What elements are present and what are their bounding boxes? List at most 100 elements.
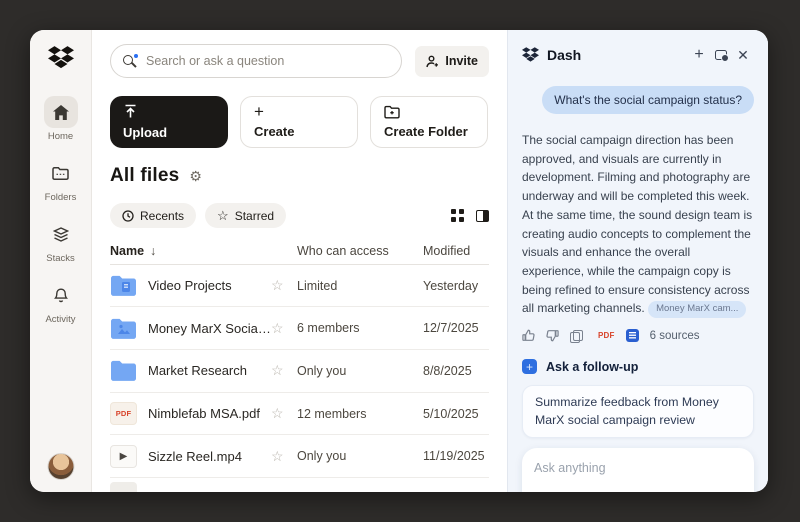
- upload-icon: [123, 104, 138, 119]
- sources-count[interactable]: 6 sources: [650, 330, 700, 342]
- copy-icon[interactable]: [570, 330, 581, 342]
- star-toggle-icon[interactable]: ☆: [271, 320, 297, 337]
- file-modified: Yesterday: [423, 279, 489, 293]
- table-row[interactable]: ▶ Sizzle Reel.mp4 ☆ Only you 11/19/2025: [110, 435, 489, 478]
- thumbs-up-icon[interactable]: [522, 329, 535, 342]
- sidebar-item-folders[interactable]: Folders: [44, 157, 78, 203]
- plus-icon: +: [694, 47, 703, 63]
- star-toggle-icon[interactable]: ☆: [271, 405, 297, 422]
- pdf-file-icon: PDF: [110, 402, 137, 425]
- word-source-icon[interactable]: [626, 329, 639, 342]
- follow-up-plus-icon: +: [522, 359, 537, 374]
- sidebar-item-stacks[interactable]: Stacks: [44, 218, 78, 264]
- pdf-source-icon[interactable]: PDF: [598, 331, 615, 340]
- starred-filter[interactable]: ☆ Starred: [205, 203, 286, 228]
- new-chat-button[interactable]: +: [688, 44, 710, 66]
- table-row[interactable]: Market Research ☆ Only you 8/8/2025: [110, 350, 489, 393]
- feedback-row: PDF 6 sources: [522, 329, 754, 342]
- file-modified: 11/19/2025: [423, 449, 489, 463]
- upload-button[interactable]: Upload: [110, 96, 228, 148]
- grid-view-icon[interactable]: [451, 209, 464, 222]
- recents-label: Recents: [140, 209, 184, 223]
- invite-label: Invite: [445, 54, 478, 68]
- star-toggle-icon[interactable]: ☆: [271, 277, 297, 294]
- dash-title: Dash: [547, 47, 581, 63]
- gear-icon[interactable]: ⚙: [189, 169, 202, 183]
- file-name: Money MarX Social...: [148, 321, 271, 336]
- sidebar-item-activity[interactable]: Activity: [44, 279, 78, 325]
- file-modified: 12/7/2025: [423, 321, 489, 335]
- create-button[interactable]: + Create: [240, 96, 358, 148]
- table-header: Name ↓ Who can access Modified: [110, 239, 489, 265]
- ask-card: @ All files ▾ ↑: [522, 448, 754, 492]
- file-access: Limited: [297, 279, 423, 293]
- clock-icon: [122, 210, 134, 222]
- column-modified[interactable]: Modified: [423, 244, 489, 258]
- invite-button[interactable]: Invite: [415, 46, 489, 77]
- file-access: 12 members: [297, 407, 423, 421]
- sidebar-nav: Home Folders Stacks Activity: [44, 96, 78, 325]
- dash-panel: Dash + ✕ What's the social campaign stat…: [507, 30, 768, 492]
- file-access: Only you: [297, 364, 423, 378]
- invite-person-icon: [426, 55, 439, 68]
- page-title: All files: [110, 165, 179, 187]
- sidebar-item-label: Activity: [45, 314, 75, 325]
- file-access: Only you: [297, 449, 423, 463]
- answer-text: The social campaign direction has been a…: [522, 133, 752, 315]
- table-row[interactable]: Money MarX Social... ☆ 6 members 12/7/20…: [110, 307, 489, 350]
- source-chip[interactable]: Money MarX cam...: [648, 301, 746, 318]
- create-folder-label: Create Folder: [384, 124, 468, 139]
- follow-up-label: Ask a follow-up: [546, 360, 638, 374]
- search-input[interactable]: [146, 54, 389, 68]
- split-view-icon[interactable]: [476, 210, 489, 222]
- ask-anything-input[interactable]: [534, 461, 742, 475]
- sort-arrow-icon: ↓: [150, 244, 156, 258]
- table-row[interactable]: PDF Nimblefab MSA.pdf ☆ 12 members 5/10/…: [110, 393, 489, 436]
- file-modified: 8/8/2025: [423, 364, 489, 378]
- sidebar-item-label: Home: [48, 131, 73, 142]
- suggestion-card[interactable]: Summarize feedback from Money MarX socia…: [522, 385, 754, 438]
- folder-icon: [52, 166, 69, 180]
- close-icon: ✕: [737, 48, 749, 62]
- dash-logo-icon: [522, 47, 539, 63]
- sidebar-item-label: Stacks: [46, 253, 75, 264]
- search-bar[interactable]: [110, 44, 402, 78]
- bell-icon: [54, 288, 68, 303]
- user-avatar[interactable]: [47, 453, 74, 480]
- file-name: Sizzle Reel.mp4: [148, 449, 242, 464]
- app-window: Home Folders Stacks Activity: [30, 30, 768, 492]
- video-file-icon: ▶: [110, 445, 137, 468]
- assistant-answer: The social campaign direction has been a…: [522, 131, 754, 318]
- plus-icon: +: [254, 105, 264, 119]
- create-folder-button[interactable]: Create Folder: [370, 96, 488, 148]
- chat-history-button[interactable]: [710, 44, 732, 66]
- star-toggle-icon[interactable]: ☆: [271, 448, 297, 465]
- folder-icon: [110, 359, 137, 382]
- star-toggle-icon[interactable]: ☆: [271, 362, 297, 379]
- file-name: Video Projects: [148, 278, 232, 293]
- ask-follow-up[interactable]: + Ask a follow-up: [522, 359, 754, 374]
- sidebar: Home Folders Stacks Activity: [30, 30, 92, 492]
- table-row[interactable]: Video Projects ☆ Limited Yesterday: [110, 265, 489, 308]
- create-folder-icon: [384, 105, 400, 119]
- file-access: 6 members: [297, 321, 423, 335]
- create-label: Create: [254, 124, 294, 139]
- main-content: Invite Upload + Create Create Folder All…: [92, 30, 507, 492]
- starred-label: Starred: [235, 209, 274, 223]
- upload-label: Upload: [123, 125, 167, 140]
- folder-image-icon: [110, 317, 137, 340]
- column-access[interactable]: Who can access: [297, 244, 423, 258]
- files-table: Name ↓ Who can access Modified Video Pro…: [110, 239, 489, 492]
- thumbs-down-icon[interactable]: [546, 329, 559, 342]
- recents-filter[interactable]: Recents: [110, 203, 196, 228]
- table-row-partial: [110, 478, 489, 492]
- history-icon: [715, 50, 727, 60]
- user-message-bubble: What's the social campaign status?: [542, 86, 754, 114]
- star-icon: ☆: [217, 209, 229, 222]
- sidebar-item-home[interactable]: Home: [44, 96, 78, 142]
- file-name: Market Research: [148, 363, 247, 378]
- folder-file-icon: [110, 274, 137, 297]
- column-name[interactable]: Name: [110, 244, 144, 258]
- close-panel-button[interactable]: ✕: [732, 44, 754, 66]
- dropbox-logo-icon: [48, 46, 74, 70]
